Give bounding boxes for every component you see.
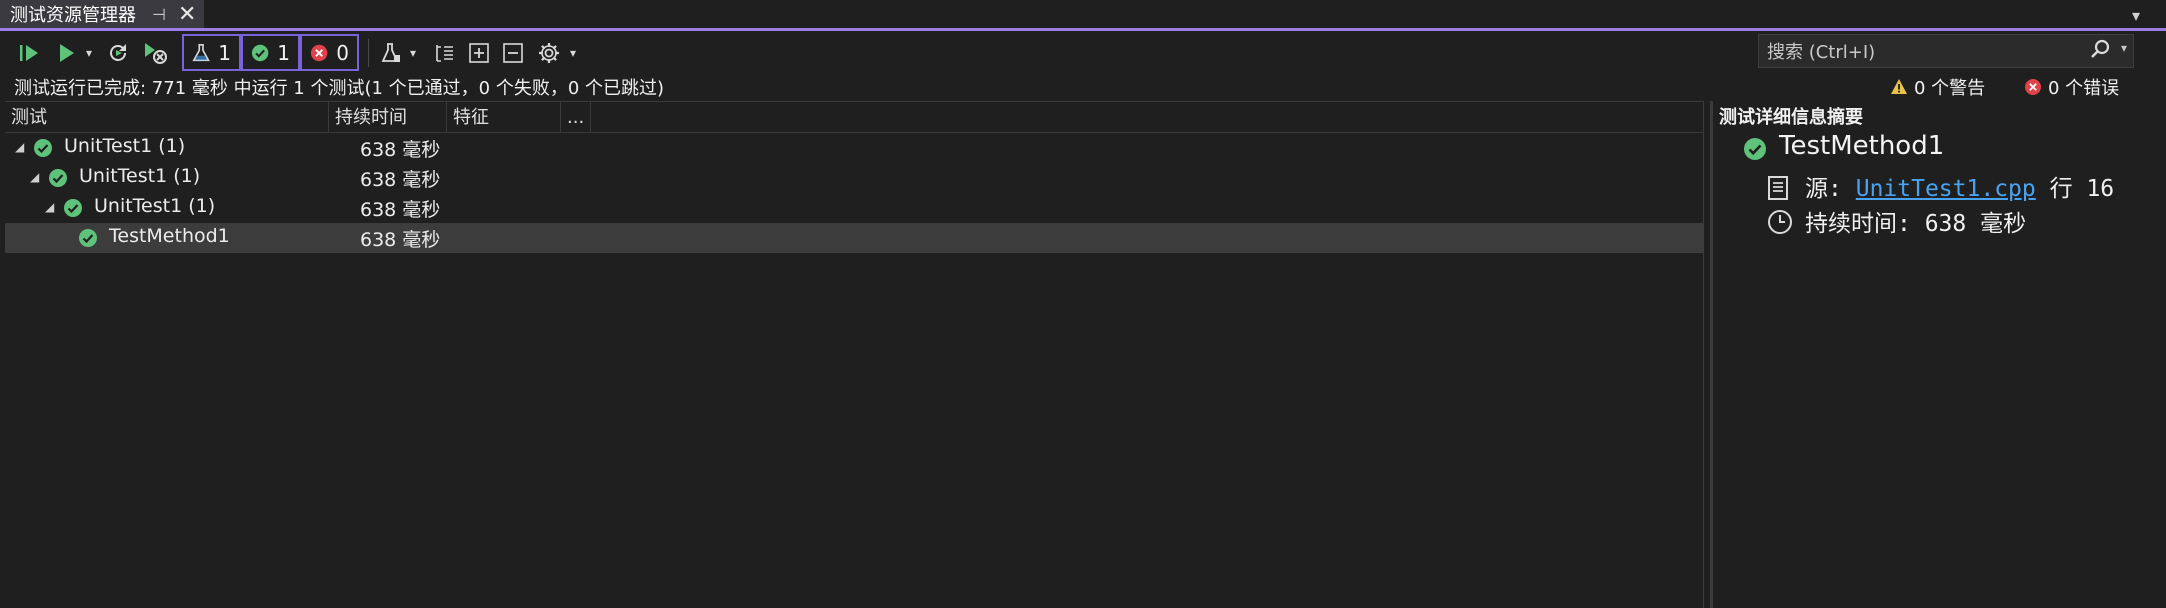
source-line: 行 16 [2049,176,2115,202]
group-by-icon [436,45,453,62]
pin-icon[interactable]: ⊣ [152,5,166,24]
expander-icon[interactable]: ◢ [30,170,39,184]
failed-tests-filter[interactable]: 0 [300,34,359,71]
error-icon [2025,79,2041,95]
run-status-bar: 测试运行已完成: 771 毫秒 中运行 1 个测试(1 个已通过，0 个失败，0… [0,74,2166,100]
rerun-icon [110,44,126,61]
test-duration: 638 毫秒 [360,229,441,251]
search-box[interactable]: 搜索 (Ctrl+I) ▾ [1758,34,2134,68]
fail-icon [310,44,328,61]
settings-button[interactable] [534,35,564,71]
toolbar-separator [368,39,369,67]
warnings-count: 0 个警告 [1914,78,1986,99]
pass-icon [79,229,97,247]
window-menu-chevron-icon[interactable]: ▾ [2132,6,2140,25]
total-count: 1 [218,40,231,65]
column-header-test[interactable]: 测试 [5,102,329,133]
details-scrollbar[interactable] [2136,101,2166,608]
pass-icon [251,44,269,61]
search-options-chevron-icon[interactable]: ▾ [2121,41,2127,55]
cancel-run-button[interactable] [138,35,172,71]
details-method-name: TestMethod1 [1779,131,1945,161]
total-tests-filter[interactable]: 1 [182,34,241,71]
toolbar: ▾ 1 1 0 ▾ ▾ 搜索 (Ctrl+I) ▾ [0,31,2166,74]
collapse-all-button[interactable] [498,35,528,71]
tool-window-tabstrip: 测试资源管理器 ⊣ ✕ ▾ [0,0,2166,31]
test-duration: 638 毫秒 [360,199,441,221]
run-all-button[interactable] [12,35,46,71]
source-label: 源: [1805,176,1842,202]
expander-icon[interactable]: ◢ [45,200,54,214]
details-duration: 持续时间: 638 毫秒 [1805,211,2027,237]
test-name: TestMethod1 [109,225,230,247]
tab-title: 测试资源管理器 [10,5,136,26]
playlist-dropdown-chevron-icon[interactable]: ▾ [406,35,420,71]
test-list-grid: 测试 持续时间 特征 ... ◢ UnitTest1 (1) 638 毫秒 ◢ … [5,101,1704,608]
gear-icon [539,43,559,63]
playlist-icon [381,43,400,62]
warning-icon [1891,79,1907,94]
expander-icon[interactable]: ◢ [15,140,24,154]
test-name: UnitTest1 (1) [94,195,216,217]
column-headers: 测试 持续时间 特征 ... [5,102,1704,133]
column-header-more[interactable]: ... [561,102,591,133]
document-icon [1768,176,1788,200]
playlist-button[interactable] [376,35,406,71]
errors-filter[interactable]: 0 个错误 [2024,74,2119,100]
search-input[interactable]: 搜索 (Ctrl+I) [1767,38,1875,64]
flask-icon [192,43,210,61]
search-icon[interactable] [2089,38,2111,64]
pass-icon [64,199,82,217]
group-by-button[interactable] [430,35,460,71]
test-duration: 638 毫秒 [360,169,441,191]
pass-icon [1744,138,1766,160]
rerun-button[interactable] [102,35,134,71]
tree-row-test-method[interactable]: TestMethod1 638 毫秒 [5,223,1704,253]
test-name: UnitTest1 (1) [64,135,186,157]
column-header-duration[interactable]: 持续时间 [329,102,447,133]
test-duration: 638 毫秒 [360,139,441,161]
close-icon[interactable]: ✕ [178,2,196,27]
test-details-panel: 测试详细信息摘要 TestMethod1 源: UnitTest1.cpp 行 … [1710,101,2134,608]
run-summary-text: 测试运行已完成: 771 毫秒 中运行 1 个测试(1 个已通过，0 个失败，0… [14,78,665,99]
expand-all-button[interactable] [464,35,494,71]
run-button[interactable] [50,35,82,71]
column-header-traits[interactable]: 特征 [447,102,561,133]
details-source: 源: UnitTest1.cpp 行 16 [1805,169,2114,203]
warnings-filter[interactable]: 0 个警告 [1890,74,1985,100]
run-icon [60,44,74,62]
errors-count: 0 个错误 [2048,78,2120,99]
cancel-run-icon [145,43,167,64]
passed-count: 1 [277,40,290,65]
collapse-all-icon [503,43,523,63]
details-title: 测试详细信息摘要 [1719,107,1863,128]
run-dropdown-chevron-icon[interactable]: ▾ [82,35,96,71]
settings-dropdown-chevron-icon[interactable]: ▾ [566,35,580,71]
tree-row-class[interactable]: ◢ UnitTest1 (1) 638 毫秒 [5,193,1704,223]
source-file-link[interactable]: UnitTest1.cpp [1856,176,2036,202]
test-name: UnitTest1 (1) [79,165,201,187]
passed-tests-filter[interactable]: 1 [241,34,300,71]
expand-all-icon [469,43,489,63]
pass-icon [34,139,52,157]
tab-test-explorer[interactable]: 测试资源管理器 ⊣ ✕ [0,0,204,28]
failed-count: 0 [336,40,349,65]
pass-icon [49,169,67,187]
run-all-icon [20,45,38,61]
tree-row-project[interactable]: ◢ UnitTest1 (1) 638 毫秒 [5,133,1704,163]
clock-icon [1768,210,1792,234]
tree-row-namespace[interactable]: ◢ UnitTest1 (1) 638 毫秒 [5,163,1704,193]
